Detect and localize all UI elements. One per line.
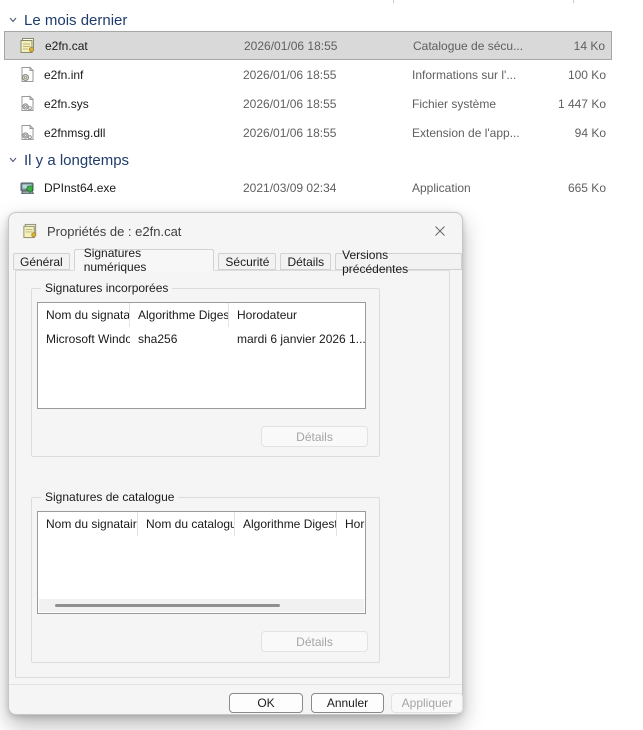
file-row-e2fn-cat[interactable]: e2fn.cat 2026/01/06 18:55 Catalogue de s… xyxy=(4,31,612,60)
file-size: 94 Ko xyxy=(575,118,606,147)
file-type: Fichier système xyxy=(412,89,496,118)
embedded-signatures-list[interactable]: Nom du signatair... Algorithme Digest Ho… xyxy=(37,302,366,409)
list-header: Nom du signatair... Algorithme Digest Ho… xyxy=(38,303,365,327)
file-size: 14 Ko xyxy=(574,32,605,59)
file-date: 2021/03/09 02:34 xyxy=(243,173,336,202)
cancel-button[interactable]: Annuler xyxy=(311,693,384,713)
column-header-signer[interactable]: Nom du signatair... xyxy=(38,303,130,327)
group-header-last-month[interactable]: Le mois dernier xyxy=(8,10,127,30)
details-button-embedded[interactable]: Détails xyxy=(261,426,368,447)
embedded-signatures-groupbox: Signatures incorporées Nom du signatair.… xyxy=(31,288,380,457)
dll-file-icon xyxy=(19,124,36,141)
column-header-timestamp[interactable]: Horodateur xyxy=(229,303,365,327)
tab-general[interactable]: Général xyxy=(13,253,70,270)
dialog-title: Propriétés de : e2fn.cat xyxy=(47,224,181,239)
file-name: e2fn.inf xyxy=(44,60,83,89)
file-row-dpinst64-exe[interactable]: DPInst64.exe 2021/03/09 02:34 Applicatio… xyxy=(4,173,612,202)
close-icon xyxy=(434,225,446,237)
properties-dialog: Propriétés de : e2fn.cat Général Signatu… xyxy=(8,212,463,715)
list-header: Nom du signatair... Nom du catalogue Alg… xyxy=(38,512,365,536)
close-button[interactable] xyxy=(417,213,462,249)
catalog-signatures-list[interactable]: Nom du signatair... Nom du catalogue Alg… xyxy=(37,511,366,614)
file-name: e2fnmsg.dll xyxy=(44,118,105,147)
timestamp-cell: mardi 6 janvier 2026 1... xyxy=(229,327,365,351)
tab-digital-signatures[interactable]: Signatures numériques xyxy=(74,249,215,271)
file-date: 2026/01/06 18:55 xyxy=(243,60,336,89)
file-date: 2026/01/06 18:55 xyxy=(243,118,336,147)
column-header-signer[interactable]: Nom du signatair... xyxy=(38,512,138,536)
file-type: Informations sur l'... xyxy=(412,60,516,89)
file-size: 665 Ko xyxy=(568,173,606,202)
file-name: DPInst64.exe xyxy=(44,173,116,202)
chevron-down-icon xyxy=(8,15,18,25)
system-file-icon xyxy=(19,95,36,112)
security-catalog-icon xyxy=(19,37,36,54)
group-label: Il y a longtemps xyxy=(24,152,129,169)
file-date: 2026/01/06 18:55 xyxy=(243,89,336,118)
scrollbar-thumb[interactable] xyxy=(55,604,280,607)
file-row-e2fn-sys[interactable]: e2fn.sys 2026/01/06 18:55 Fichier systèm… xyxy=(4,89,612,118)
groupbox-legend: Signatures incorporées xyxy=(41,281,172,295)
file-size: 100 Ko xyxy=(568,60,606,89)
file-type: Catalogue de sécu... xyxy=(413,32,523,59)
column-separator-tick xyxy=(573,0,574,3)
file-row-e2fn-inf[interactable]: e2fn.inf 2026/01/06 18:55 Informations s… xyxy=(4,60,612,89)
tab-details[interactable]: Détails xyxy=(280,253,331,270)
column-header-digest-algorithm[interactable]: Algorithme Digest xyxy=(235,512,337,536)
footer-separator xyxy=(9,684,462,685)
apply-button[interactable]: Appliquer xyxy=(391,693,463,713)
column-header-catalog-name[interactable]: Nom du catalogue xyxy=(138,512,235,536)
tab-strip: Général Signatures numériques Sécurité D… xyxy=(13,253,462,271)
column-separator-tick xyxy=(393,0,394,3)
file-row-e2fnmsg-dll[interactable]: e2fnmsg.dll 2026/01/06 18:55 Extension d… xyxy=(4,118,612,147)
group-header-long-ago[interactable]: Il y a longtemps xyxy=(8,150,129,170)
security-catalog-icon xyxy=(22,223,38,239)
catalog-signatures-groupbox: Signatures de catalogue Nom du signatair… xyxy=(31,497,380,663)
details-button-catalog[interactable]: Détails xyxy=(261,631,368,652)
setup-information-icon xyxy=(19,66,36,83)
group-label: Le mois dernier xyxy=(24,12,127,29)
column-header-timestamp[interactable]: Horod xyxy=(337,512,365,536)
file-size: 1 447 Ko xyxy=(558,89,606,118)
file-type: Extension de l'app... xyxy=(412,118,520,147)
signer-name-cell: Microsoft Windo... xyxy=(38,327,130,351)
tab-previous-versions[interactable]: Versions précédentes xyxy=(335,253,462,270)
file-name: e2fn.cat xyxy=(45,32,88,59)
column-header-digest-algorithm[interactable]: Algorithme Digest xyxy=(130,303,229,327)
horizontal-scrollbar[interactable] xyxy=(39,599,364,612)
signature-row[interactable]: Microsoft Windo... sha256 mardi 6 janvie… xyxy=(38,327,365,351)
tab-security[interactable]: Sécurité xyxy=(218,253,276,270)
file-name: e2fn.sys xyxy=(44,89,89,118)
ok-button[interactable]: OK xyxy=(229,693,303,713)
groupbox-legend: Signatures de catalogue xyxy=(41,490,178,504)
file-date: 2026/01/06 18:55 xyxy=(244,32,337,59)
digest-algorithm-cell: sha256 xyxy=(130,327,229,351)
file-type: Application xyxy=(412,173,471,202)
application-icon xyxy=(19,179,36,196)
chevron-down-icon xyxy=(8,155,18,165)
dialog-titlebar[interactable]: Propriétés de : e2fn.cat xyxy=(9,213,462,249)
